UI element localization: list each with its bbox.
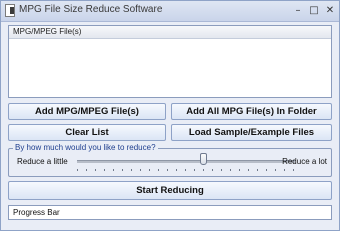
reduce-amount-legend: By how much would you like to reduce? [13, 143, 158, 152]
load-sample-button[interactable]: Load Sample/Example Files [171, 124, 332, 141]
slider-min-label: Reduce a little [17, 157, 68, 166]
reduce-slider-thumb[interactable] [199, 153, 207, 165]
add-all-folder-button[interactable]: Add All MPG File(s) In Folder [171, 103, 332, 120]
reduce-amount-group: By how much would you like to reduce? Re… [8, 143, 332, 177]
title-bar[interactable]: MPG File Size Reduce Software – □ ✕ [1, 1, 339, 22]
progress-bar-label: Progress Bar [13, 208, 60, 217]
window-title: MPG File Size Reduce Software [19, 4, 163, 15]
close-icon[interactable]: ✕ [323, 4, 337, 17]
reduce-slider-ticks [77, 169, 295, 171]
reduce-slider-track[interactable] [77, 160, 295, 163]
maximize-icon[interactable]: □ [307, 4, 321, 17]
slider-max-label: Reduce a lot [282, 157, 327, 166]
file-list-column-header[interactable]: MPG/MPEG File(s) [9, 26, 331, 39]
document-icon [5, 4, 15, 17]
progress-bar: Progress Bar [8, 205, 332, 220]
minimize-icon[interactable]: – [291, 4, 305, 17]
start-reducing-button[interactable]: Start Reducing [8, 181, 332, 200]
clear-list-button[interactable]: Clear List [8, 124, 166, 141]
file-list[interactable]: MPG/MPEG File(s) [8, 25, 332, 98]
add-files-button[interactable]: Add MPG/MPEG File(s) [8, 103, 166, 120]
app-window: MPG File Size Reduce Software – □ ✕ MPG/… [0, 0, 340, 231]
